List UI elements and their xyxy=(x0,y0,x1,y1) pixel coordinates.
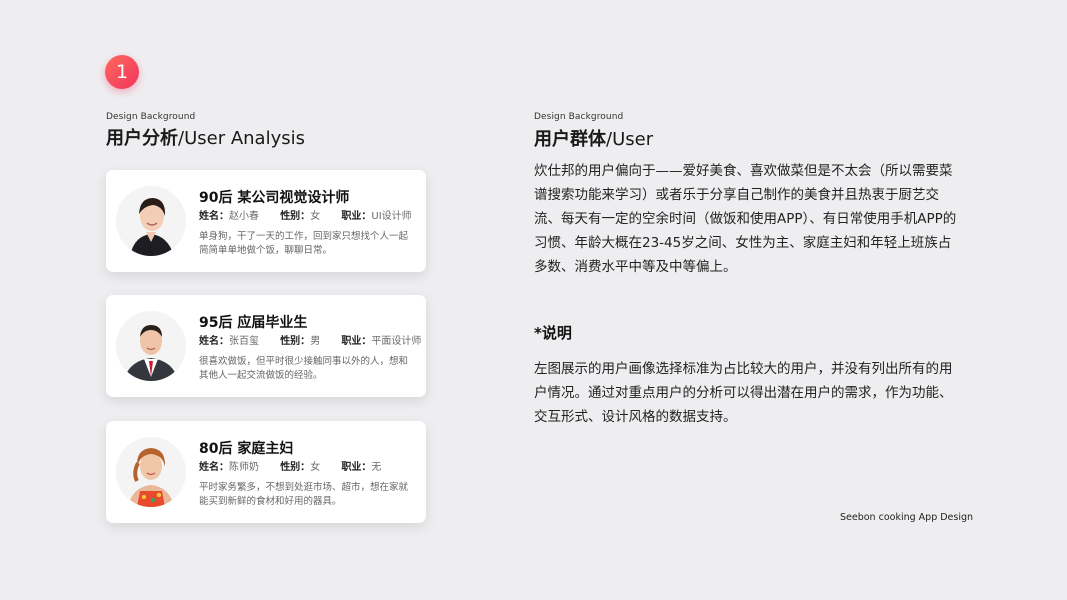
left-section-heading: 用户分析/User Analysis xyxy=(106,124,305,150)
persona-card: 80后 家庭主妇 姓名：陈师奶 性别：女 职业：无 平时家务繁多，不想到处逛市场… xyxy=(106,421,426,523)
persona-job: 平面设计师 xyxy=(371,336,422,347)
persona-gender: 男 xyxy=(310,336,321,347)
gender-label: 性别： xyxy=(280,336,311,347)
persona-name: 赵小春 xyxy=(229,211,259,222)
woman-portrait-icon xyxy=(116,186,186,256)
left-heading-en: /User Analysis xyxy=(178,128,305,149)
gender-label: 性别： xyxy=(280,462,311,473)
job-label: 职业： xyxy=(341,211,372,222)
right-heading-cn: 用户群体 xyxy=(534,129,606,150)
name-label: 姓名： xyxy=(199,211,229,222)
persona-avatar xyxy=(116,186,186,256)
name-label: 姓名： xyxy=(199,462,229,473)
left-eyebrow: Design Background xyxy=(106,112,196,122)
persona-description: 单身狗，干了一天的工作，回到家只想找个人一起简简单单地做个饭，聊聊日常。 xyxy=(199,231,409,256)
user-group-paragraph: 炊仕邦的用户偏向于——爱好美食、喜欢做菜但是不太会（所以需要菜谱搜索功能来学习）… xyxy=(534,163,957,275)
persona-card: 90后 某公司视觉设计师 姓名：赵小春 性别：女 职业：UI设计师 单身狗，干了… xyxy=(106,170,426,272)
footer-caption: Seebon cooking App Design xyxy=(840,512,974,523)
persona-meta: 姓名：陈师奶 性别：女 职业：无 xyxy=(199,458,399,473)
left-heading-cn: 用户分析 xyxy=(106,128,178,149)
persona-gender: 女 xyxy=(310,211,321,222)
persona-avatar xyxy=(116,311,186,381)
persona-name: 陈师奶 xyxy=(229,462,259,473)
job-label: 职业： xyxy=(341,462,372,473)
persona-title: 90后 某公司视觉设计师 xyxy=(199,190,350,206)
persona-job: UI设计师 xyxy=(371,211,412,222)
job-label: 职业： xyxy=(341,336,372,347)
persona-name: 张百玺 xyxy=(229,336,259,347)
step-number-badge: 1 xyxy=(105,55,139,89)
persona-description: 平时家务繁多，不想到处逛市场、超市，想在家就能买到新鲜的食材和好用的器具。 xyxy=(199,482,409,507)
persona-job: 无 xyxy=(371,462,382,473)
persona-avatar xyxy=(116,437,186,507)
right-heading-en: /User xyxy=(606,129,654,150)
persona-gender: 女 xyxy=(310,462,321,473)
persona-title: 95后 应届毕业生 xyxy=(199,315,308,331)
note-paragraph: 左图展示的用户画像选择标准为占比较大的用户，并没有列出所有的用户情况。通过对重点… xyxy=(534,361,953,425)
persona-description: 很喜欢做饭，但平时很少接触同事以外的人，想和其他人一起交流做饭的经验。 xyxy=(199,356,409,381)
persona-meta: 姓名：张百玺 性别：男 职业：平面设计师 xyxy=(199,332,439,347)
housewife-portrait-icon xyxy=(116,437,186,507)
right-eyebrow: Design Background xyxy=(534,112,624,122)
right-section-heading: 用户群体/User xyxy=(534,125,653,151)
gender-label: 性别： xyxy=(280,211,311,222)
persona-meta: 姓名：赵小春 性别：女 职业：UI设计师 xyxy=(199,207,430,222)
note-heading: *说明 xyxy=(534,324,572,342)
persona-title: 80后 家庭主妇 xyxy=(199,441,294,457)
name-label: 姓名： xyxy=(199,336,229,347)
persona-card: 95后 应届毕业生 姓名：张百玺 性别：男 职业：平面设计师 很喜欢做饭，但平时… xyxy=(106,295,426,397)
man-portrait-icon xyxy=(116,311,186,381)
